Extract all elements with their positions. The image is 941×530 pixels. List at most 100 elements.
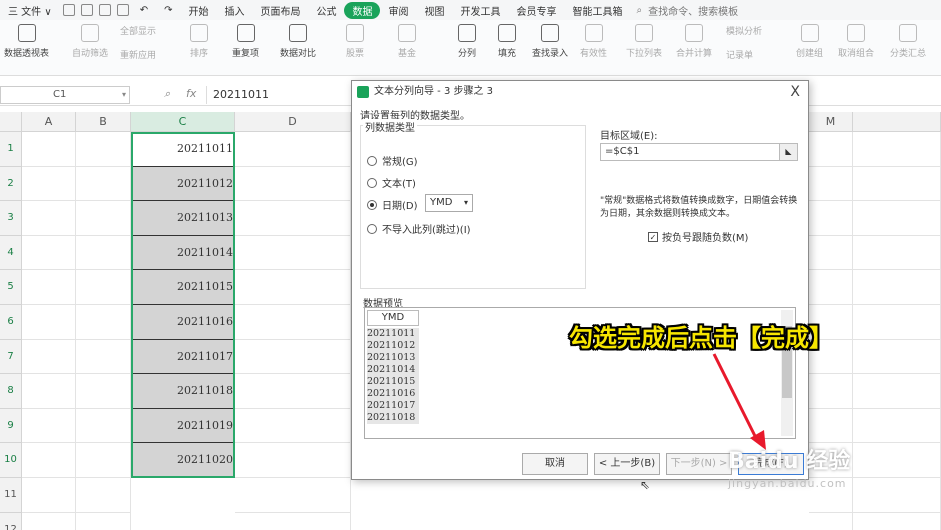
radio-date[interactable]: 日期(D)	[367, 197, 418, 212]
command-search[interactable]: 查找命令、搜索模板	[648, 3, 738, 18]
tab-view[interactable]: 视图	[416, 3, 452, 18]
grid-cell[interactable]	[235, 512, 351, 530]
whatif-button[interactable]: 模拟分析	[726, 24, 762, 37]
subtotal-button[interactable]: 分类汇总	[890, 24, 926, 59]
grid-cell[interactable]	[22, 166, 76, 202]
save-icon[interactable]	[62, 4, 75, 16]
radio-general-dot[interactable]	[367, 155, 377, 166]
redo-icon[interactable]: ↷	[156, 5, 180, 16]
close-icon[interactable]: X	[790, 81, 800, 103]
zoom-icon[interactable]: ⌕	[164, 87, 170, 101]
grid-cell[interactable]	[76, 235, 131, 271]
name-box[interactable]: C1 ▾	[0, 86, 130, 104]
select-all-corner[interactable]	[0, 112, 22, 132]
radio-text-dot[interactable]	[367, 177, 377, 188]
target-area-input[interactable]: =$C$1 ◣	[600, 143, 798, 161]
grid-cell[interactable]	[809, 201, 853, 236]
lookup-button[interactable]: 查找录入	[532, 24, 568, 59]
grid-cell[interactable]	[76, 270, 131, 305]
compare-button[interactable]: 数据对比	[280, 24, 316, 59]
grid-cell[interactable]	[809, 408, 853, 444]
validity-button[interactable]: 有效性	[580, 24, 607, 59]
formula-input[interactable]: 20211011	[206, 86, 346, 104]
grid-cell[interactable]	[76, 132, 131, 167]
column-header-d[interactable]: D	[235, 112, 351, 132]
grid-cell[interactable]	[22, 478, 76, 513]
record-button[interactable]: 记录单	[726, 48, 753, 61]
radio-skip-dot[interactable]	[367, 223, 377, 234]
negative-checkbox[interactable]: ✓ 按负号跟随负数(M)	[648, 229, 748, 244]
grid-cell[interactable]	[22, 339, 76, 375]
column-header-m[interactable]: M	[809, 112, 853, 132]
tab-member[interactable]: 会员专享	[508, 3, 564, 18]
grid-cell[interactable]	[76, 305, 131, 340]
cell-c7[interactable]: 20211017	[131, 339, 235, 375]
grid-cell[interactable]	[809, 166, 853, 202]
grid-cell[interactable]	[809, 132, 853, 167]
split-button[interactable]: 分列	[458, 24, 476, 59]
cell-c10[interactable]: 20211020	[131, 443, 235, 478]
cell-c9[interactable]: 20211019	[131, 408, 235, 444]
prev-step-button[interactable]: < 上一步(B)	[594, 453, 660, 475]
grid-cell[interactable]	[809, 374, 853, 409]
grid-cell[interactable]	[235, 478, 351, 513]
grid-cell[interactable]	[76, 201, 131, 236]
show-all-button[interactable]: 全部显示	[120, 24, 156, 37]
preview-column-header[interactable]: YMD	[367, 310, 419, 326]
tab-data[interactable]: 数据	[344, 1, 381, 19]
grid-cell[interactable]	[853, 132, 941, 167]
cell-c1[interactable]: 20211011	[131, 132, 235, 167]
stock-button[interactable]: 股票	[346, 24, 364, 59]
grid-cell[interactable]	[809, 235, 853, 271]
cell-c6[interactable]: 20211016	[131, 305, 235, 340]
fx-icon[interactable]: fx	[186, 87, 196, 100]
search-icon[interactable]: ⌕	[636, 5, 642, 16]
grid-cell[interactable]	[22, 132, 76, 167]
grid-cell[interactable]	[809, 270, 853, 305]
grid-cell[interactable]	[76, 478, 131, 513]
grid-cell[interactable]	[853, 478, 941, 513]
tab-layout[interactable]: 页面布局	[252, 3, 308, 18]
grid-cell[interactable]	[853, 408, 941, 444]
grid-cell[interactable]	[853, 443, 941, 478]
cell-c5[interactable]: 20211015	[131, 270, 235, 305]
row-header-4[interactable]: 4	[0, 235, 22, 271]
pivot-button[interactable]: 数据透视表	[4, 24, 49, 59]
cell-c4[interactable]: 20211014	[131, 235, 235, 271]
grid-cell[interactable]	[853, 305, 941, 340]
fill-button[interactable]: 填充	[498, 24, 516, 59]
row-header-3[interactable]: 3	[0, 201, 22, 236]
reapply-button[interactable]: 重新应用	[120, 48, 156, 61]
row-header-6[interactable]: 6	[0, 305, 22, 340]
cell-c8[interactable]: 20211018	[131, 374, 235, 409]
duplicates-button[interactable]: 重复项	[232, 24, 259, 59]
row-header-12[interactable]: 12	[0, 512, 22, 530]
row-header-11[interactable]: 11	[0, 478, 22, 513]
tab-developer[interactable]: 开发工具	[452, 3, 508, 18]
row-header-7[interactable]: 7	[0, 339, 22, 375]
undo-icon[interactable]: ↶	[132, 5, 156, 16]
grid-cell[interactable]	[853, 339, 941, 375]
sort-button[interactable]: 排序	[190, 24, 208, 59]
grid-cell[interactable]	[235, 443, 351, 478]
row-header-2[interactable]: 2	[0, 166, 22, 202]
tab-toolbox[interactable]: 智能工具箱	[564, 3, 630, 18]
grid-cell[interactable]	[235, 201, 351, 236]
grid-cell[interactable]	[235, 132, 351, 167]
row-header-5[interactable]: 5	[0, 270, 22, 305]
grid-cell[interactable]	[235, 408, 351, 444]
grid-cell[interactable]	[76, 339, 131, 375]
row-header-9[interactable]: 9	[0, 408, 22, 444]
grid-cell[interactable]	[853, 512, 941, 530]
grid-cell[interactable]	[76, 443, 131, 478]
cell-c3[interactable]: 20211013	[131, 201, 235, 236]
grid-cell[interactable]	[22, 512, 76, 530]
grid-cell[interactable]	[853, 201, 941, 236]
radio-general[interactable]: 常规(G)	[367, 153, 418, 168]
row-header-10[interactable]: 10	[0, 443, 22, 478]
grid-cell[interactable]	[853, 166, 941, 202]
row-header-8[interactable]: 8	[0, 374, 22, 409]
preview-icon[interactable]	[116, 4, 129, 16]
file-menu[interactable]: 三 文件 ∨	[0, 3, 60, 18]
column-header-n[interactable]	[853, 112, 941, 132]
